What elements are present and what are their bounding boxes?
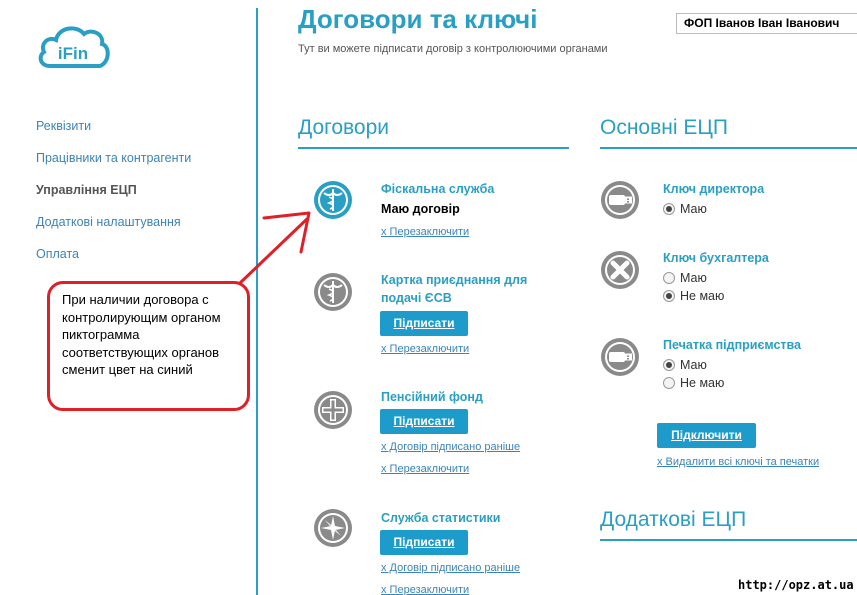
sidebar-item-ecp-management[interactable]: Управління ЕЦП (36, 181, 191, 213)
key-name-accountant: Ключ бухгалтера (663, 251, 769, 265)
page-subtitle: Тут ви можете підписати договір з контро… (298, 43, 608, 55)
keys-section-rule (600, 147, 857, 149)
radio-label: Маю (680, 358, 707, 372)
org-name-statistics: Служба статистики (381, 511, 501, 525)
radio-director-have[interactable] (663, 203, 675, 215)
org-name-esv: Картка приєднання для подачі ЄСВ (381, 273, 528, 305)
delete-all-keys-link[interactable]: х Видалити всі ключі та печатки (657, 456, 819, 468)
caduceus-icon (313, 272, 353, 312)
logo-text: iFin (58, 44, 88, 63)
org-name-fiscal: Фіскальна служба (381, 182, 495, 196)
radio-row-accountant-have[interactable]: Маю (663, 271, 707, 285)
radio-label: Не маю (680, 376, 725, 390)
ifin-logo[interactable]: iFin (36, 22, 112, 72)
radio-accountant-none[interactable] (663, 290, 675, 302)
radio-row-seal-none[interactable]: Не маю (663, 376, 724, 390)
sidebar-nav: Реквізити Працівники та контрагенти Упра… (36, 117, 191, 277)
sign-button-pension[interactable]: Підписати (380, 409, 468, 434)
caduceus-icon (313, 180, 353, 220)
cloud-icon: iFin (38, 26, 110, 68)
key-name-director: Ключ директора (663, 182, 765, 196)
renew-link-fiscal[interactable]: х Перезаключити (381, 226, 469, 238)
radio-row-director-have[interactable]: Маю (663, 202, 707, 216)
sidebar-item-payment[interactable]: Оплата (36, 245, 191, 277)
sign-button-esv[interactable]: Підписати (380, 311, 468, 336)
key-name-seal: Печатка підприємства (663, 338, 801, 352)
keys-section-title: Основні ЕЦП (600, 116, 728, 139)
extra-keys-section-rule (600, 539, 857, 541)
radio-row-accountant-none[interactable]: Не маю (663, 289, 724, 303)
annotation-callout: При наличии договора с контролирующим ор… (47, 281, 250, 411)
user-name-box[interactable]: ФОП Іванов Іван Іванович (676, 13, 857, 34)
renew-link-pension[interactable]: х Перезаключити (381, 463, 469, 475)
radio-accountant-have[interactable] (663, 272, 675, 284)
sidebar-item-extra-settings[interactable]: Додаткові налаштування (36, 213, 191, 245)
org-name-pension: Пенсійний фонд (381, 390, 483, 404)
connect-button[interactable]: Підключити (657, 423, 756, 448)
extra-keys-section-title: Додаткові ЕЦП (600, 508, 747, 531)
signed-earlier-link-statistics[interactable]: х Договір підписано раніше (381, 562, 520, 574)
radio-seal-have[interactable] (663, 359, 675, 371)
cross-icon (313, 390, 353, 430)
renew-link-esv[interactable]: х Перезаключити (381, 343, 469, 355)
radio-label: Маю (680, 202, 707, 216)
radio-label: Маю (680, 271, 707, 285)
signed-earlier-link-pension[interactable]: х Договір підписано раніше (381, 441, 520, 453)
sidebar-item-employees[interactable]: Працівники та контрагенти (36, 149, 191, 181)
usb-key-icon (600, 180, 640, 220)
sidebar-item-requisites[interactable]: Реквізити (36, 117, 191, 149)
radio-seal-none[interactable] (663, 377, 675, 389)
compass-icon (313, 508, 353, 548)
sidebar-divider (256, 8, 258, 595)
contracts-section-rule (298, 147, 569, 149)
no-key-icon (600, 250, 640, 290)
radio-label: Не маю (680, 289, 725, 303)
sign-button-statistics[interactable]: Підписати (380, 530, 468, 555)
usb-key-icon (600, 337, 640, 377)
renew-link-statistics[interactable]: х Перезаключити (381, 584, 469, 595)
contract-status-fiscal: Маю договір (381, 202, 460, 216)
watermark: http://opz.at.ua (738, 578, 854, 592)
radio-row-seal-have[interactable]: Маю (663, 358, 707, 372)
page-title: Договори та ключі (298, 4, 538, 34)
contracts-section-title: Договори (298, 116, 390, 139)
